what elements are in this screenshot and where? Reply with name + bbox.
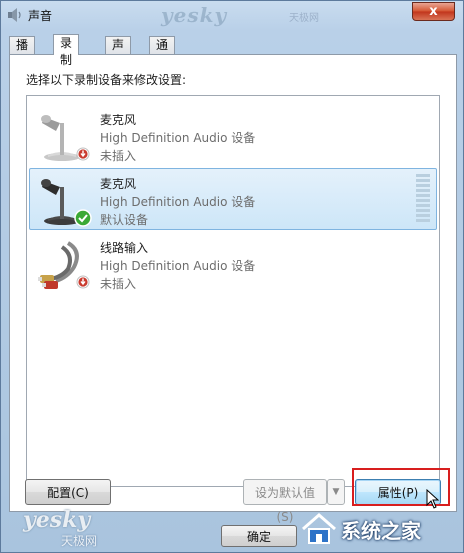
device-description: High Definition Audio 设备 — [100, 131, 256, 145]
window-title: 声音 — [28, 9, 53, 23]
device-status: 未插入 — [100, 277, 137, 291]
sound-dialog-window: 声音 yesky 天极网 x 播放 录制 声音 通信 选择以下录制设备来修改设置… — [0, 0, 464, 553]
house-logo-icon — [302, 513, 336, 544]
title-bar[interactable]: 声音 yesky 天极网 x — [1, 1, 463, 29]
device-description: High Definition Audio 设备 — [100, 259, 256, 273]
mouse-cursor-icon — [426, 489, 440, 509]
ok-button[interactable]: 确定 — [221, 525, 297, 547]
recording-panel: 选择以下录制设备来修改设置: 麦克风 High Definition Audio — [9, 54, 457, 512]
device-description: High Definition Audio 设备 — [100, 195, 256, 209]
site-brand-text: 系统之家 — [341, 519, 421, 543]
recording-device-list[interactable]: 麦克风 High Definition Audio 设备 未插入 麦克风 Hig… — [26, 95, 440, 487]
unplugged-badge-icon — [76, 147, 90, 161]
watermark-sub: 天极网 — [289, 13, 319, 24]
close-button[interactable]: x — [412, 2, 455, 21]
tab-communications[interactable]: 通信 — [149, 36, 176, 69]
list-item[interactable]: 麦克风 High Definition Audio 设备 未插入 — [29, 104, 437, 166]
device-name: 线路输入 — [100, 241, 149, 255]
device-status: 默认设备 — [100, 213, 149, 227]
tab-sounds[interactable]: 声音 — [105, 36, 132, 69]
default-check-badge-icon — [74, 209, 92, 227]
device-status: 未插入 — [100, 149, 137, 163]
set-default-button[interactable]: 设为默认值(S) — [243, 479, 327, 524]
list-item[interactable]: 线路输入 High Definition Audio 设备 未插入 — [29, 232, 437, 294]
watermark-logo-bottom: yesky — [23, 507, 91, 533]
watermark-sub-bottom: 天极网 — [61, 534, 98, 548]
instruction-text: 选择以下录制设备来修改设置: — [26, 73, 187, 87]
watermark-logo: yesky — [161, 3, 228, 27]
device-name: 麦克风 — [100, 177, 137, 191]
tab-playback[interactable]: 播放 — [9, 36, 36, 69]
configure-button[interactable]: 配置(C) — [25, 479, 111, 505]
set-default-dropdown[interactable]: ▼ — [327, 479, 345, 505]
tab-recording[interactable]: 录制 — [53, 34, 80, 67]
speaker-icon — [8, 8, 21, 22]
chevron-down-icon: ▼ — [332, 487, 340, 497]
close-icon: x — [429, 4, 438, 19]
unplugged-badge-icon — [76, 275, 90, 289]
level-meter — [416, 174, 430, 226]
device-name: 麦克风 — [100, 113, 137, 127]
list-item[interactable]: 麦克风 High Definition Audio 设备 默认设备 — [29, 168, 437, 230]
